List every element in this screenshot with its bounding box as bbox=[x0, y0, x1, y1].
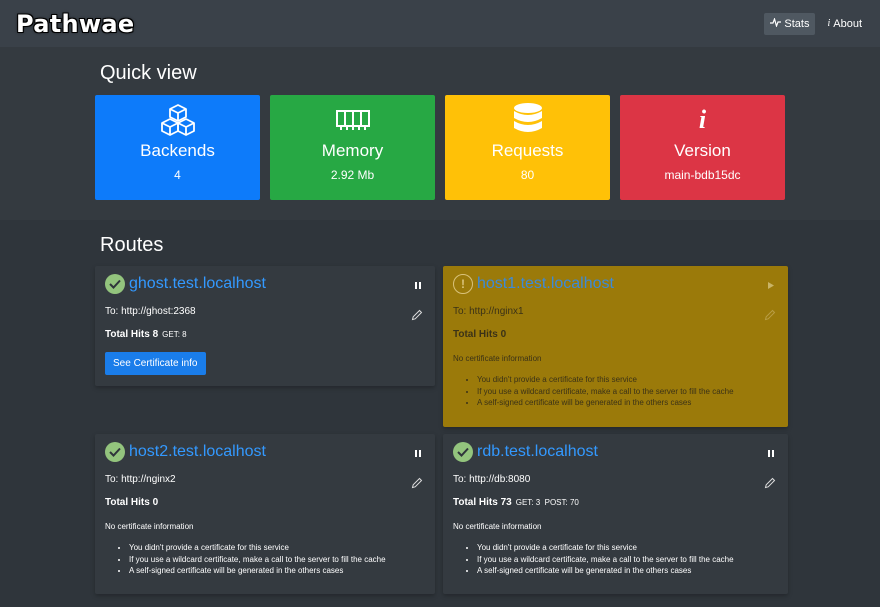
list-item: If you use a wildcard certificate, make … bbox=[477, 554, 734, 566]
list-item: A self-signed certificate will be genera… bbox=[477, 397, 734, 409]
pause-icon[interactable] bbox=[413, 448, 423, 458]
route-total-hits: Total Hits 73 bbox=[453, 497, 512, 508]
quick-view-card-backends: Backends 4 bbox=[95, 95, 260, 200]
route-header: rdb.test.localhost bbox=[453, 442, 598, 462]
nav-about-label: About bbox=[833, 17, 862, 30]
pencil-icon[interactable] bbox=[411, 476, 423, 489]
pause-icon[interactable] bbox=[766, 448, 776, 458]
route-total-hits: Total Hits 0 bbox=[105, 497, 159, 508]
quick-view-label: Requests bbox=[491, 141, 564, 160]
route-method-counts: GET: 3 POST: 70 bbox=[515, 498, 579, 507]
list-item: A self-signed certificate will be genera… bbox=[129, 565, 386, 577]
certificate-notes: You didn't provide a certificate for thi… bbox=[477, 374, 734, 409]
route-header: ! host1.test.localhost bbox=[453, 274, 614, 294]
quick-view-card-requests: Requests 80 bbox=[445, 95, 610, 200]
route-hits: Total Hits 0 bbox=[105, 497, 158, 508]
list-item: A self-signed certificate will be genera… bbox=[477, 565, 734, 577]
nav-stats-label: Stats bbox=[784, 17, 810, 30]
memory-icon bbox=[270, 103, 435, 137]
route-hits: Total Hits 0 bbox=[453, 329, 506, 340]
certificate-notes: You didn't provide a certificate for thi… bbox=[477, 542, 734, 577]
nav-stats-link[interactable]: Stats bbox=[764, 12, 816, 35]
route-target: To: http://ghost:2368 bbox=[105, 306, 196, 317]
quick-view-value: 2.92 Mb bbox=[330, 168, 375, 182]
warning-icon: ! bbox=[453, 274, 473, 294]
quick-view-value: 4 bbox=[174, 168, 181, 182]
quick-view-label: Backends bbox=[140, 141, 215, 160]
check-icon bbox=[453, 442, 473, 462]
no-certificate-text: No certificate information bbox=[453, 522, 542, 531]
nav-about-link[interactable]: i About bbox=[821, 13, 868, 35]
route-hits: Total Hits 8 GET: 8 bbox=[105, 329, 187, 340]
quick-view-value: main-bdb15dc bbox=[664, 168, 741, 182]
list-item: If you use a wildcard certificate, make … bbox=[129, 554, 386, 566]
route-host-link[interactable]: host2.test.localhost bbox=[129, 443, 266, 461]
info-small-icon: i bbox=[827, 18, 831, 29]
route-host-link[interactable]: rdb.test.localhost bbox=[477, 443, 598, 461]
certificate-notes: You didn't provide a certificate for thi… bbox=[129, 542, 386, 577]
route-total-hits: Total Hits 0 bbox=[453, 329, 507, 340]
route-target: To: http://nginx1 bbox=[453, 306, 524, 317]
activity-icon bbox=[770, 16, 782, 30]
database-icon bbox=[445, 103, 610, 137]
play-icon[interactable] bbox=[766, 280, 776, 290]
cubes-icon bbox=[95, 103, 260, 137]
no-certificate-text: No certificate information bbox=[105, 522, 194, 531]
route-target: To: http://nginx2 bbox=[105, 474, 176, 485]
route-host-link[interactable]: ghost.test.localhost bbox=[129, 275, 266, 293]
quick-view-label: Memory bbox=[321, 141, 384, 160]
route-header: host2.test.localhost bbox=[105, 442, 266, 462]
pencil-icon[interactable] bbox=[764, 476, 776, 489]
no-certificate-text: No certificate information bbox=[453, 354, 542, 363]
route-target: To: http://db:8080 bbox=[453, 474, 531, 485]
list-item: You didn't provide a certificate for thi… bbox=[477, 374, 734, 386]
route-total-hits: Total Hits 8 bbox=[105, 329, 159, 340]
info-icon: i bbox=[698, 105, 707, 134]
list-item: You didn't provide a certificate for thi… bbox=[477, 542, 734, 554]
route-header: ghost.test.localhost bbox=[105, 274, 266, 294]
route-method-counts: GET: 8 bbox=[162, 330, 187, 339]
pencil-icon[interactable] bbox=[411, 308, 423, 321]
route-host-link[interactable]: host1.test.localhost bbox=[477, 275, 614, 293]
list-item: If you use a wildcard certificate, make … bbox=[477, 386, 734, 398]
quick-view-value: 80 bbox=[520, 168, 535, 182]
check-icon bbox=[105, 442, 125, 462]
quick-view-card-version: i Version main-bdb15dc bbox=[620, 95, 785, 200]
route-hits: Total Hits 73 GET: 3 POST: 70 bbox=[453, 497, 579, 508]
pause-icon[interactable] bbox=[413, 280, 423, 290]
quick-view-label: Version bbox=[674, 141, 731, 160]
quick-view-card-memory: Memory 2.92 Mb bbox=[270, 95, 435, 200]
route-card-rdb: rdb.test.localhost To: http://db:8080 To… bbox=[443, 434, 788, 594]
quick-view-title: Quick view bbox=[100, 62, 197, 84]
check-icon bbox=[105, 274, 125, 294]
routes-title: Routes bbox=[100, 234, 164, 256]
brand-logo[interactable]: Pathwae bbox=[16, 10, 134, 38]
route-card-host2: host2.test.localhost To: http://nginx2 T… bbox=[95, 434, 435, 594]
route-card-host1: ! host1.test.localhost To: http://nginx1… bbox=[443, 266, 788, 427]
route-card-ghost: ghost.test.localhost To: http://ghost:23… bbox=[95, 266, 435, 386]
navbar: Pathwae Stats i About bbox=[0, 0, 880, 47]
list-item: You didn't provide a certificate for thi… bbox=[129, 542, 386, 554]
nav-links: Stats i About bbox=[764, 12, 868, 35]
see-certificate-button[interactable]: See Certificate info bbox=[105, 352, 206, 375]
pencil-icon[interactable] bbox=[764, 308, 776, 321]
